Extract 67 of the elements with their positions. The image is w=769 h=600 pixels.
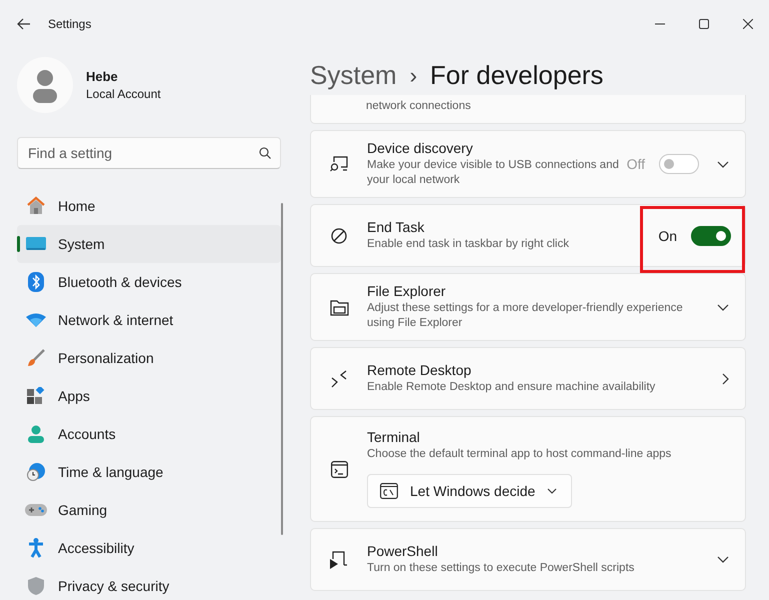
powershell-icon [330, 550, 348, 568]
setting-card[interactable]: Terminal Choose the default terminal app to host command-line apps Let Windows decide [310, 416, 746, 522]
setting-card[interactable]: Remote Desktop Enable Remote Desktop and ensure machine availability [310, 347, 746, 410]
nav-item[interactable]: Bluetooth & devices [17, 263, 281, 301]
apps-icon [25, 387, 47, 405]
blocked-icon [331, 228, 347, 244]
breadcrumb-separator: › [410, 62, 418, 88]
bluetooth-icon [25, 272, 47, 292]
page-title: For developers [430, 60, 604, 91]
nav-item[interactable]: Accounts [17, 415, 281, 453]
search-icon[interactable] [259, 147, 271, 159]
folder-icon [330, 298, 348, 316]
search-field[interactable]: Find a setting [17, 137, 281, 169]
setting-description: Make your device visible to USB connections and your local network [367, 158, 620, 188]
setting-title: PowerShell [367, 543, 439, 559]
nav-item[interactable]: Apps [17, 377, 281, 415]
back-icon[interactable] [17, 18, 31, 30]
setting-card[interactable]: File Explorer Adjust these settings for a more developer-friendly experience using File Explorer [310, 273, 746, 341]
toggle-state: Off [626, 156, 645, 172]
chevron-down-icon[interactable] [717, 304, 729, 310]
chevron-right-icon[interactable] [722, 372, 729, 384]
maximize-icon[interactable] [699, 19, 709, 29]
setting-description: Enable end task in taskbar by right click [367, 237, 570, 252]
shield-icon [25, 577, 47, 595]
scrollbar[interactable] [281, 203, 283, 535]
setting-title: File Explorer [367, 283, 447, 299]
nav-item[interactable]: Home [17, 187, 281, 225]
brush-icon [25, 349, 47, 367]
person-icon [25, 425, 47, 443]
gamepad-icon [25, 504, 47, 516]
avatar-icon[interactable] [17, 57, 73, 113]
setting-description: Adjust these settings for a more developer-friendly experience using File Explorer [367, 301, 684, 331]
device-search-icon [330, 156, 348, 172]
breadcrumb-link[interactable]: System [310, 60, 397, 91]
account-type: Local Account [86, 87, 161, 101]
wifi-icon [25, 313, 47, 327]
setting-description: Enable Remote Desktop and ensure machine availability [367, 380, 656, 395]
toggle-state: On [658, 228, 677, 244]
close-icon[interactable] [743, 19, 753, 29]
terminal-icon [330, 460, 348, 478]
chevron-down-icon[interactable] [717, 556, 729, 563]
nav-item[interactable]: Time & language [17, 453, 281, 491]
console-icon [380, 483, 398, 499]
globe-clock-icon [25, 463, 47, 481]
setting-description: network connections [366, 99, 471, 114]
setting-card[interactable]: PowerShell Turn on these settings to execute PowerShell scripts [310, 528, 746, 591]
setting-title: Remote Desktop [367, 362, 472, 378]
chevron-down-icon [547, 488, 558, 494]
setting-title: End Task [367, 219, 426, 235]
user-name: Hebe [86, 69, 119, 84]
nav-item[interactable]: Privacy & security [17, 567, 281, 600]
toggle-switch[interactable] [691, 226, 731, 246]
nav-item[interactable]: Network & internet [17, 301, 281, 339]
remote-arrows-icon [331, 370, 347, 388]
setting-description: Turn on these settings to execute PowerShell scripts [367, 561, 636, 576]
nav-item[interactable]: Gaming [17, 491, 281, 529]
window-title: Settings [48, 17, 92, 31]
monitor-icon [25, 236, 47, 252]
setting-description: Choose the default terminal app to host command-line apps [367, 447, 672, 462]
nav-item[interactable]: System [17, 225, 281, 263]
minimize-icon[interactable] [655, 23, 665, 25]
setting-title: Device discovery [367, 140, 474, 156]
nav-item[interactable]: Personalization [17, 339, 281, 377]
nav-item[interactable]: Accessibility [17, 529, 281, 567]
dropdown[interactable]: Let Windows decide [367, 474, 572, 508]
home-icon [25, 196, 47, 216]
setting-title: Terminal [367, 429, 421, 445]
